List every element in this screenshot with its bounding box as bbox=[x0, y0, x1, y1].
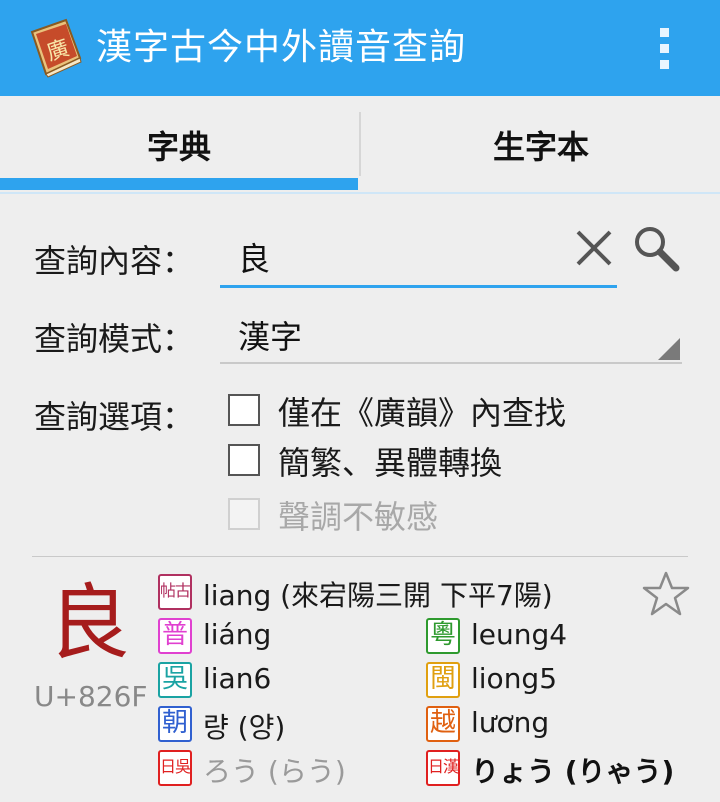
badge-japanese-go-on: 日吳 bbox=[158, 750, 192, 786]
tab-vocabulary[interactable]: 生字本 bbox=[362, 96, 720, 194]
options-label: 查詢選項： bbox=[34, 398, 195, 436]
reading-japanese-kan-on: りょう (りゃう) bbox=[471, 755, 675, 788]
query-input[interactable]: 良 bbox=[220, 226, 617, 288]
book-icon: 廣 bbox=[30, 18, 82, 78]
badge-cantonese: 粵 bbox=[426, 618, 460, 654]
overflow-menu-icon[interactable] bbox=[650, 26, 680, 70]
reading-mandarin: liáng bbox=[203, 618, 272, 651]
badge-mandarin: 普 bbox=[158, 618, 192, 654]
action-bar: 廣 漢字古今中外讀音查詢 bbox=[0, 0, 720, 96]
codepoint: U+826F bbox=[34, 680, 148, 713]
query-label: 查詢內容： bbox=[34, 242, 195, 280]
reading-middle-chinese: liang (來宕陽三開 下平7陽) bbox=[203, 579, 553, 612]
search-icon[interactable] bbox=[630, 222, 682, 274]
badge-vietnamese: 越 bbox=[426, 706, 460, 742]
clear-icon[interactable] bbox=[570, 224, 618, 272]
reading-korean: 량 (양) bbox=[203, 711, 286, 744]
app-title: 漢字古今中外讀音查詢 bbox=[96, 27, 467, 68]
badge-wu: 吳 bbox=[158, 662, 192, 698]
mode-select[interactable]: 漢字 bbox=[220, 310, 682, 364]
option-label: 僅在《廣韻》內查找 bbox=[278, 394, 567, 432]
result-character: 良 bbox=[48, 576, 131, 671]
badge-japanese-kan-on: 日漢 bbox=[426, 750, 460, 786]
tab-divider bbox=[359, 112, 361, 176]
tab-indicator bbox=[0, 178, 358, 190]
badge-min: 閩 bbox=[426, 662, 460, 698]
mode-label: 查詢模式： bbox=[34, 320, 195, 358]
reading-wu: lian6 bbox=[203, 662, 272, 695]
star-outline-icon[interactable] bbox=[642, 570, 690, 618]
option-label: 簡繁、異體轉換 bbox=[278, 444, 503, 482]
query-input-value: 良 bbox=[238, 240, 271, 278]
reading-vietnamese: lương bbox=[471, 706, 550, 739]
mode-select-value: 漢字 bbox=[238, 318, 303, 356]
reading-cantonese: leung4 bbox=[471, 618, 568, 651]
divider bbox=[32, 556, 688, 557]
option-label: 聲調不敏感 bbox=[278, 498, 439, 536]
reading-min: liong5 bbox=[471, 662, 558, 695]
dropdown-arrow-icon bbox=[658, 338, 680, 360]
badge-middle-chinese: 帖古 bbox=[158, 574, 192, 610]
badge-korean: 朝 bbox=[158, 706, 192, 742]
checkbox[interactable] bbox=[228, 394, 260, 426]
reading-japanese-go-on: ろう (らう) bbox=[203, 755, 346, 788]
checkbox bbox=[228, 498, 260, 530]
checkbox[interactable] bbox=[228, 444, 260, 476]
